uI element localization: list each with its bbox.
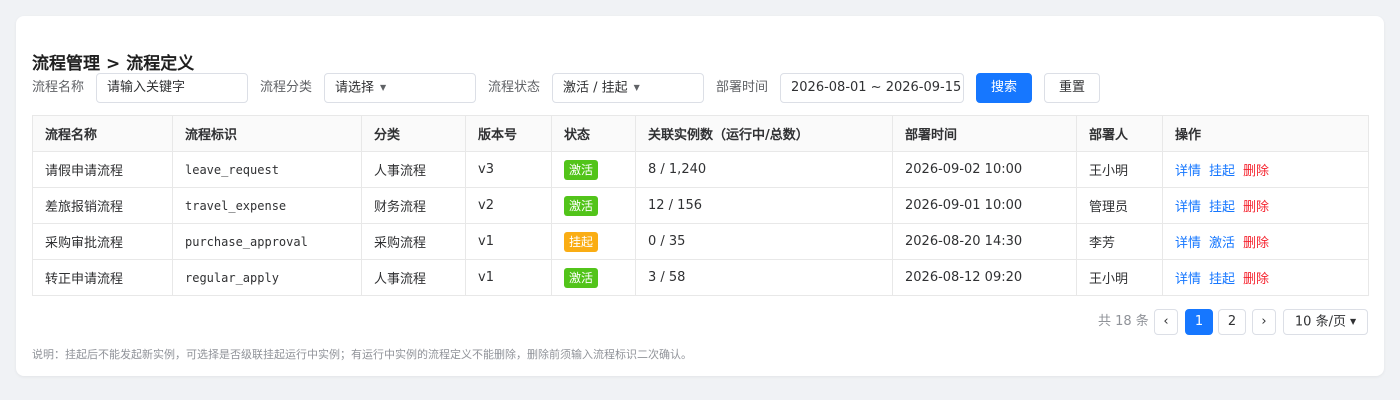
- category-select-value: 请选择: [335, 80, 375, 96]
- suspend-link[interactable]: 挂起: [1209, 164, 1235, 179]
- col-header-actions: 操作: [1162, 115, 1369, 152]
- status-badge: 激活: [564, 159, 599, 180]
- caret-down-icon: ▼: [633, 83, 640, 92]
- cell-name: 采购审批流程: [32, 223, 173, 260]
- breadcrumb-parent[interactable]: 流程管理: [32, 54, 100, 74]
- filter-bar: 流程名称 请输入关键字 流程分类 请选择 ▼ 流程状态 激活 / 挂起 ▼ 部署时间…: [32, 73, 1372, 103]
- name-filter-input[interactable]: 请输入关键字: [96, 73, 248, 103]
- help-note: 说明：挂起后不能发起新实例，可选择是否级联挂起运行中实例；有运行中实例的流程定义…: [32, 348, 692, 361]
- process-definition-table: 流程名称 流程标识 分类 版本号 状态 关联实例数（运行中/总数） 部署时间 部…: [32, 115, 1369, 296]
- breadcrumb-separator: >: [106, 54, 121, 74]
- cell-name: 请假申请流程: [32, 151, 173, 188]
- reset-button[interactable]: 重置: [1044, 73, 1100, 103]
- page-1-button[interactable]: 1: [1185, 309, 1213, 335]
- delete-link[interactable]: 删除: [1243, 272, 1269, 287]
- cell-key: regular_apply: [172, 259, 362, 296]
- col-header-instances: 关联实例数（运行中/总数）: [635, 115, 893, 152]
- cell-deploy-time: 2026-09-02 10:00: [892, 151, 1077, 188]
- search-button[interactable]: 搜索: [976, 73, 1032, 103]
- cell-deployer: 王小明: [1076, 259, 1163, 296]
- cell-instances: 8 / 1,240: [635, 151, 893, 188]
- suspend-link[interactable]: 挂起: [1209, 200, 1235, 215]
- col-header-deployer: 部署人: [1076, 115, 1163, 152]
- next-page-button[interactable]: ›: [1252, 309, 1276, 335]
- activate-link[interactable]: 激活: [1209, 236, 1235, 251]
- cell-version: v2: [465, 187, 552, 224]
- col-header-deploy-time: 部署时间: [892, 115, 1077, 152]
- table-row: 采购审批流程 purchase_approval 采购流程 v1 挂起 0 / …: [32, 223, 1369, 260]
- cell-version: v3: [465, 151, 552, 188]
- cell-status: 激活: [551, 151, 636, 188]
- table-row: 请假申请流程 leave_request 人事流程 v3 激活 8 / 1,24…: [32, 151, 1369, 188]
- prev-page-button[interactable]: ‹: [1154, 309, 1178, 335]
- cell-category: 采购流程: [361, 223, 466, 260]
- page-2-button[interactable]: 2: [1218, 309, 1246, 335]
- breadcrumb: 流程管理 > 流程定义: [32, 49, 194, 74]
- cell-actions: 详情 挂起 删除: [1162, 151, 1369, 188]
- cell-status: 激活: [551, 259, 636, 296]
- deploy-date-range-input[interactable]: 2026-08-01 ~ 2026-09-15: [780, 73, 964, 103]
- cell-status: 挂起: [551, 223, 636, 260]
- cell-actions: 详情 挂起 删除: [1162, 259, 1369, 296]
- cell-key: purchase_approval: [172, 223, 362, 260]
- cell-version: v1: [465, 223, 552, 260]
- cell-deployer: 王小明: [1076, 151, 1163, 188]
- cell-instances: 3 / 58: [635, 259, 893, 296]
- col-header-name: 流程名称: [32, 115, 173, 152]
- status-filter-label: 流程状态: [488, 80, 541, 95]
- col-header-status: 状态: [551, 115, 636, 152]
- cell-deploy-time: 2026-08-12 09:20: [892, 259, 1077, 296]
- cell-key: leave_request: [172, 151, 362, 188]
- cell-key: travel_expense: [172, 187, 362, 224]
- delete-link[interactable]: 删除: [1243, 164, 1269, 179]
- table-row: 差旅报销流程 travel_expense 财务流程 v2 激活 12 / 15…: [32, 187, 1369, 224]
- cell-category: 财务流程: [361, 187, 466, 224]
- status-select-value: 激活 / 挂起: [563, 80, 628, 96]
- caret-down-icon: ▼: [380, 83, 387, 92]
- detail-link[interactable]: 详情: [1175, 164, 1201, 179]
- cell-deployer: 李芳: [1076, 223, 1163, 260]
- breadcrumb-current: 流程定义: [126, 54, 195, 74]
- status-select[interactable]: 激活 / 挂起 ▼: [552, 73, 704, 103]
- status-badge: 挂起: [564, 231, 599, 252]
- caret-down-icon: ▼: [1349, 317, 1357, 326]
- category-filter-label: 流程分类: [260, 80, 313, 95]
- cell-actions: 详情 挂起 删除: [1162, 187, 1369, 224]
- cell-instances: 0 / 35: [635, 223, 893, 260]
- cell-category: 人事流程: [361, 259, 466, 296]
- cell-instances: 12 / 156: [635, 187, 893, 224]
- page-size-value: 10 条/页: [1294, 314, 1346, 330]
- category-select[interactable]: 请选择 ▼: [324, 73, 476, 103]
- page-size-select[interactable]: 10 条/页 ▼: [1283, 309, 1368, 335]
- col-header-key: 流程标识: [172, 115, 362, 152]
- cell-name: 差旅报销流程: [32, 187, 173, 224]
- cell-name: 转正申请流程: [32, 259, 173, 296]
- cell-deploy-time: 2026-08-20 14:30: [892, 223, 1077, 260]
- cell-actions: 详情 激活 删除: [1162, 223, 1369, 260]
- status-badge: 激活: [564, 267, 599, 288]
- col-header-version: 版本号: [465, 115, 552, 152]
- delete-link[interactable]: 删除: [1243, 236, 1269, 251]
- name-filter-label: 流程名称: [32, 80, 85, 95]
- cell-category: 人事流程: [361, 151, 466, 188]
- detail-link[interactable]: 详情: [1175, 236, 1201, 251]
- main-card: 流程管理 > 流程定义 流程名称 请输入关键字 流程分类 请选择 ▼ 流程状态 激活 …: [16, 16, 1384, 376]
- suspend-link[interactable]: 挂起: [1209, 272, 1235, 287]
- table-row: 转正申请流程 regular_apply 人事流程 v1 激活 3 / 58 2…: [32, 259, 1369, 296]
- col-header-category: 分类: [361, 115, 466, 152]
- detail-link[interactable]: 详情: [1175, 200, 1201, 215]
- pagination-total: 共 18 条: [1098, 314, 1149, 329]
- detail-link[interactable]: 详情: [1175, 272, 1201, 287]
- cell-deploy-time: 2026-09-01 10:00: [892, 187, 1077, 224]
- deploy-time-label: 部署时间: [716, 80, 769, 95]
- table-header-row: 流程名称 流程标识 分类 版本号 状态 关联实例数（运行中/总数） 部署时间 部…: [32, 115, 1369, 152]
- status-badge: 激活: [564, 195, 599, 216]
- delete-link[interactable]: 删除: [1243, 200, 1269, 215]
- cell-status: 激活: [551, 187, 636, 224]
- cell-deployer: 管理员: [1076, 187, 1163, 224]
- cell-version: v1: [465, 259, 552, 296]
